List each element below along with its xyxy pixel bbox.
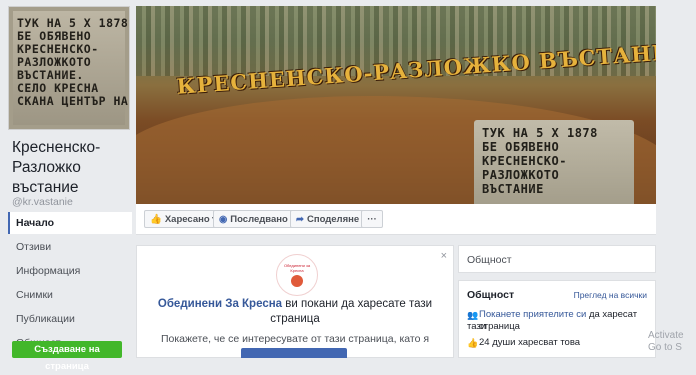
cover-stone-inscription: ТУК НА 5 Х 1878 БЕ ОБЯВЕНО КРЕСНЕНСКО- Р… (482, 126, 598, 196)
activate-windows-watermark: Activate Go to S (648, 330, 684, 353)
create-page-button[interactable]: Създаване на страница (12, 341, 122, 372)
nav-item-info[interactable]: Информация (8, 260, 132, 282)
profile-stone-inscription: ТУК НА 5 Х 1878 БЕ ОБЯВЕНО КРЕСНЕНСКО- Р… (17, 16, 129, 108)
people-icon: 👥 (467, 310, 479, 320)
invite-friends-row-cont: страница (479, 321, 520, 332)
see-all-link[interactable]: Преглед на всички (574, 290, 647, 300)
invite-like-button[interactable] (241, 348, 347, 358)
invite-friends-link[interactable]: Поканете приятелите си (479, 309, 586, 320)
invite-message: Обединени За Кресна ви покани да харесат… (157, 298, 433, 310)
nav-item-reviews[interactable]: Отзиви (8, 236, 132, 258)
follow-button[interactable]: ◉ Последвано ▾ (213, 210, 302, 228)
share-icon: ➦ (296, 214, 304, 225)
invite-card: × Обединени за Кресна Обединени За Кресн… (136, 245, 454, 358)
community-card: Общност Преглед на всички 👥Поканете прия… (458, 280, 656, 358)
logo-dot-icon (291, 275, 303, 287)
profile-picture[interactable]: ТУК НА 5 Х 1878 БЕ ОБЯВЕНО КРЕСНЕНСКО- Р… (8, 6, 130, 130)
likes-count-row: 👍24 души харесват това (467, 337, 581, 348)
page-title[interactable]: Кресненско-Разложко въстание (12, 138, 132, 198)
close-icon[interactable]: × (441, 250, 447, 262)
community-heading: Общност (467, 254, 512, 266)
logo-text: Обединени за Кресна (283, 263, 311, 273)
nav-item-home[interactable]: Начало (8, 212, 132, 234)
page-handle[interactable]: @kr.vastanie (12, 196, 73, 208)
community-header-card: Общност (458, 245, 656, 273)
like-button[interactable]: 👍 Харесано ▾ (144, 210, 224, 228)
thumbs-up-icon: 👍 (150, 214, 162, 225)
community-title: Общност (467, 289, 515, 301)
page-nav: Начало Отзиви Информация Снимки Публикац… (8, 212, 132, 356)
organization-logo[interactable]: Обединени за Кресна (276, 254, 318, 296)
share-button[interactable]: ➦ Споделяне (290, 210, 366, 228)
inviter-link[interactable]: Обединени За Кресна (158, 298, 282, 310)
nav-item-posts[interactable]: Публикации (8, 308, 132, 330)
page-action-bar: 👍 Харесано ▾ ◉ Последвано ▾ ➦ Споделяне ··· (136, 204, 656, 235)
rss-icon: ◉ (219, 214, 228, 225)
cover-monument-stone: ТУК НА 5 Х 1878 БЕ ОБЯВЕНО КРЕСНЕНСКО- Р… (474, 120, 634, 204)
thumbs-up-icon: 👍 (467, 338, 479, 348)
cover-photo[interactable]: КРЕСНЕНСКО-РАЗЛОЖКО ВЪСТАНИЕ ТУК НА 5 Х … (136, 6, 656, 204)
invite-message-cont: страница (270, 313, 320, 325)
more-options-button[interactable]: ··· (361, 210, 383, 228)
nav-item-photos[interactable]: Снимки (8, 284, 132, 306)
